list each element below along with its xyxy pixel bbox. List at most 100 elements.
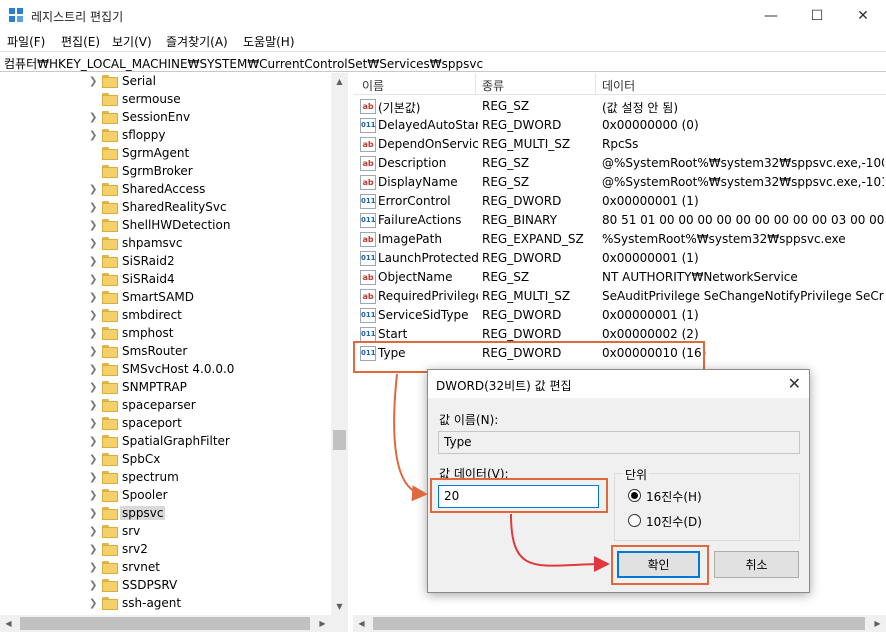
value-row[interactable]: ab DisplayName REG_SZ @%SystemRoot%₩system3… — [353, 173, 886, 192]
chevron-right-icon[interactable]: ❯ — [89, 238, 97, 249]
tree-item[interactable]: SgrmAgent — [0, 145, 330, 163]
dec-radio[interactable] — [628, 514, 641, 527]
chevron-right-icon[interactable]: ❯ — [89, 256, 97, 267]
chevron-right-icon[interactable]: ❯ — [89, 490, 97, 501]
value-row[interactable]: ab ImagePath REG_EXPAND_SZ %SystemRoot%₩sys… — [353, 230, 886, 249]
chevron-right-icon[interactable]: ❯ — [89, 472, 97, 483]
column-type-header[interactable]: 종류 — [482, 77, 504, 94]
tree-item[interactable]: SgrmBroker — [0, 163, 330, 181]
value-row[interactable]: 011 DelayedAutoStart REG_DWORD 0x00000000 (… — [353, 116, 886, 135]
chevron-right-icon[interactable]: ❯ — [89, 310, 97, 321]
dec-radio-label[interactable]: 10진수(D) — [646, 513, 702, 530]
cancel-button[interactable]: 취소 — [714, 551, 799, 578]
value-row[interactable]: ab Description REG_SZ @%SystemRoot%₩system3… — [353, 154, 886, 173]
tree-item[interactable]: ❯ Serial — [0, 73, 330, 91]
tree-horizontal-scrollbar[interactable]: ◀ ▶ — [0, 615, 348, 632]
tree-item[interactable]: ❯ SNMPTRAP — [0, 379, 330, 397]
chevron-right-icon[interactable]: ❯ — [89, 112, 97, 123]
scroll-left-icon[interactable]: ◀ — [0, 615, 17, 632]
chevron-right-icon[interactable]: ❯ — [89, 418, 97, 429]
column-data-header[interactable]: 데이터 — [602, 77, 635, 94]
dialog-close-icon[interactable]: ✕ — [788, 374, 801, 393]
menu-view[interactable]: 보기(V) — [112, 33, 152, 50]
tree-item[interactable]: ❯ shpamsvc — [0, 235, 330, 253]
scroll-right-icon[interactable]: ▶ — [869, 615, 886, 632]
tree-item[interactable]: ❯ SessionEnv — [0, 109, 330, 127]
hex-radio-label[interactable]: 16진수(H) — [646, 488, 702, 505]
tree-item[interactable]: ❯ spectrum — [0, 469, 330, 487]
tree-hscroll-thumb[interactable] — [20, 617, 310, 630]
scroll-down-icon[interactable]: ▼ — [331, 598, 348, 615]
chevron-right-icon[interactable]: ❯ — [89, 292, 97, 303]
column-name-header[interactable]: 이름 — [362, 77, 384, 94]
list-hscroll-thumb[interactable] — [373, 617, 865, 630]
minimize-button[interactable]: — — [748, 0, 794, 31]
chevron-right-icon[interactable]: ❯ — [89, 346, 97, 357]
tree-item[interactable]: ❯ SmsRouter — [0, 343, 330, 361]
tree-item[interactable]: ❯ SiSRaid2 — [0, 253, 330, 271]
menu-edit[interactable]: 편집(E) — [61, 33, 100, 50]
hex-radio[interactable] — [628, 489, 641, 502]
maximize-button[interactable]: ☐ — [794, 0, 840, 31]
chevron-right-icon[interactable]: ❯ — [89, 130, 97, 141]
chevron-right-icon[interactable]: ❯ — [89, 598, 97, 609]
tree-vertical-scrollbar[interactable]: ▲ ▼ — [331, 73, 348, 615]
tree-item[interactable]: ❯ sppsvc — [0, 505, 330, 523]
tree-item[interactable]: ❯ SmartSAMD — [0, 289, 330, 307]
chevron-right-icon[interactable]: ❯ — [89, 508, 97, 519]
chevron-right-icon[interactable]: ❯ — [89, 526, 97, 537]
list-horizontal-scrollbar[interactable]: ◀ ▶ — [353, 615, 886, 632]
tree-item[interactable]: ❯ SiSRaid4 — [0, 271, 330, 289]
chevron-right-icon[interactable]: ❯ — [89, 364, 97, 375]
tree-item[interactable]: ❯ SMSvcHost 4.0.0.0 — [0, 361, 330, 379]
chevron-right-icon[interactable]: ❯ — [89, 400, 97, 411]
menu-help[interactable]: 도움말(H) — [243, 33, 295, 50]
chevron-right-icon[interactable]: ❯ — [89, 454, 97, 465]
tree-item[interactable]: ❯ smphost — [0, 325, 330, 343]
tree-item[interactable]: ❯ Spooler — [0, 487, 330, 505]
chevron-right-icon[interactable]: ❯ — [89, 436, 97, 447]
tree-item[interactable]: ❯ ssh-agent — [0, 595, 330, 613]
tree-item[interactable]: ❯ spaceport — [0, 415, 330, 433]
column-divider[interactable] — [595, 73, 596, 95]
tree-scroll-thumb[interactable] — [333, 430, 346, 450]
tree-item[interactable]: ❯ SpatialGraphFilter — [0, 433, 330, 451]
value-row[interactable]: 011 ServiceSidType REG_DWORD 0x00000001 (1) — [353, 306, 886, 325]
value-row[interactable]: ab (기본값) REG_SZ (값 설정 안 됨) — [353, 97, 886, 116]
chevron-right-icon[interactable]: ❯ — [89, 328, 97, 339]
menu-favorites[interactable]: 즐겨찾기(A) — [166, 33, 228, 50]
tree-item[interactable]: ❯ ShellHWDetection — [0, 217, 330, 235]
tree-item[interactable]: ❯ sfloppy — [0, 127, 330, 145]
chevron-right-icon[interactable]: ❯ — [89, 580, 97, 591]
tree-item[interactable]: ❯ SharedRealitySvc — [0, 199, 330, 217]
scroll-right-icon[interactable]: ▶ — [314, 615, 331, 632]
address-bar[interactable]: 컴퓨터₩HKEY_LOCAL_MACHINE₩SYSTEM₩CurrentCon… — [0, 51, 886, 72]
scroll-left-icon[interactable]: ◀ — [353, 615, 370, 632]
chevron-right-icon[interactable]: ❯ — [89, 274, 97, 285]
column-divider[interactable] — [475, 73, 476, 95]
chevron-right-icon[interactable]: ❯ — [89, 184, 97, 195]
value-row[interactable]: ab DependOnService REG_MULTI_SZ RpcSs — [353, 135, 886, 154]
chevron-right-icon[interactable]: ❯ — [89, 544, 97, 555]
tree-item[interactable]: ❯ SpbCx — [0, 451, 330, 469]
tree-item[interactable]: ❯ spaceparser — [0, 397, 330, 415]
tree-item[interactable]: ❯ srv — [0, 523, 330, 541]
scroll-up-icon[interactable]: ▲ — [331, 73, 348, 90]
close-button[interactable]: ✕ — [840, 0, 886, 31]
address-path[interactable]: 컴퓨터₩HKEY_LOCAL_MACHINE₩SYSTEM₩CurrentCon… — [4, 55, 483, 72]
value-row[interactable]: 011 LaunchProtected REG_DWORD 0x00000001 (1… — [353, 249, 886, 268]
chevron-right-icon[interactable]: ❯ — [89, 220, 97, 231]
tree-item[interactable]: ❯ srvnet — [0, 559, 330, 577]
tree-item[interactable]: ❯ smbdirect — [0, 307, 330, 325]
chevron-right-icon[interactable]: ❯ — [89, 76, 97, 87]
value-row[interactable]: ab ObjectName REG_SZ NT AUTHORITY₩NetworkSe… — [353, 268, 886, 287]
tree-item[interactable]: ❯ SharedAccess — [0, 181, 330, 199]
tree-item[interactable]: ❯ srv2 — [0, 541, 330, 559]
chevron-right-icon[interactable]: ❯ — [89, 202, 97, 213]
chevron-right-icon[interactable]: ❯ — [89, 562, 97, 573]
tree-item[interactable]: ❯ SSDPSRV — [0, 577, 330, 595]
chevron-right-icon[interactable]: ❯ — [89, 382, 97, 393]
menu-file[interactable]: 파일(F) — [7, 33, 45, 50]
value-row[interactable]: 011 ErrorControl REG_DWORD 0x00000001 (1) — [353, 192, 886, 211]
value-row[interactable]: abRequiredPrivilege... REG_MULTI_SZ SeAudi… — [353, 287, 886, 306]
